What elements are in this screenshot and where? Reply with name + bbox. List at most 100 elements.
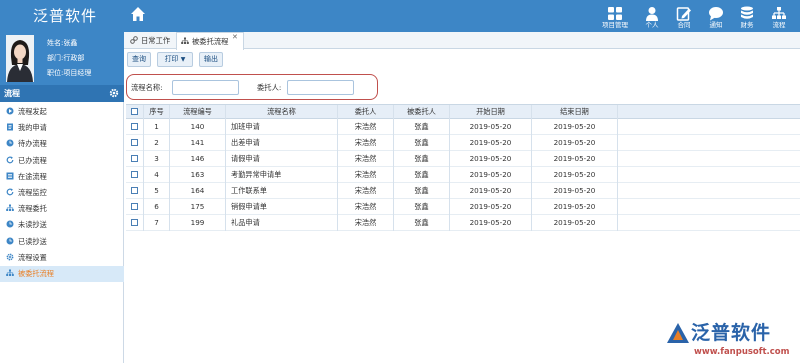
table-cell: 张鑫 <box>394 167 450 183</box>
sidebar-item-my-applications[interactable]: 我的申请 <box>0 120 124 136</box>
column-header[interactable]: 流程名称 <box>226 105 338 120</box>
table-row[interactable]: 3 146 请假申请 宋浩然 张鑫 2019-05-20 2019-05-20 <box>126 151 800 167</box>
profile-name: 姓名:张鑫 <box>47 39 78 47</box>
tab-daily-work[interactable]: 日常工作 <box>126 32 170 49</box>
column-header[interactable]: 被委托人 <box>394 105 450 120</box>
user-profile: 姓名:张鑫 部门:行政部 职位:项目经理 <box>0 32 124 85</box>
clock-icon <box>6 220 14 228</box>
table-row[interactable]: 1 140 加班申请 宋浩然 张鑫 2019-05-20 2019-05-20 <box>126 119 800 135</box>
person-icon <box>646 7 658 21</box>
row-checkbox[interactable] <box>126 183 144 199</box>
column-header[interactable]: 序号 <box>144 105 170 120</box>
brand-url: www.fanpusoft.com <box>694 347 790 357</box>
table-row[interactable]: 6 175 销假申请单 宋浩然 张鑫 2019-05-20 2019-05-20 <box>126 199 800 215</box>
brand-text: 泛普软件 <box>691 322 772 344</box>
table-cell: 张鑫 <box>394 135 450 151</box>
link-icon <box>130 36 138 44</box>
table-cell: 宋浩然 <box>338 151 394 167</box>
sidebar-item-pending[interactable]: 待办流程 <box>0 136 124 152</box>
row-checkbox[interactable] <box>126 151 144 167</box>
table-cell: 146 <box>170 151 226 167</box>
nav-personal[interactable]: 个人 <box>635 0 669 32</box>
nav-contract[interactable]: 合同 <box>667 0 701 32</box>
sidebar-item-label: 流程设置 <box>18 252 47 262</box>
app-title: 泛普软件 <box>33 7 98 25</box>
row-checkbox[interactable] <box>126 167 144 183</box>
column-header[interactable]: 结束日期 <box>532 105 618 120</box>
tab-label: 被委托流程 <box>192 37 229 46</box>
sidebar-item-delegated[interactable]: 被委托流程 <box>0 265 124 283</box>
nav-finance[interactable]: 财务 <box>730 0 764 32</box>
process-name-label: 流程名称: <box>131 83 163 92</box>
table-row[interactable]: 4 163 考勤异常申请单 宋浩然 张鑫 2019-05-20 2019-05-20 <box>126 167 800 183</box>
select-all-checkbox[interactable] <box>126 105 144 120</box>
nav-label: 合同 <box>677 21 691 29</box>
grid-icon <box>608 7 622 20</box>
database-icon <box>741 6 753 19</box>
sidebar-item-settings[interactable]: 流程设置 <box>0 250 124 266</box>
top-header: 泛普软件 项目管理 个人 合同 通知 财务 流程 <box>0 0 800 32</box>
sidebar-item-read-cc[interactable]: 已读抄送 <box>0 234 124 250</box>
row-checkbox[interactable] <box>126 135 144 151</box>
column-header[interactable]: 委托人 <box>338 105 394 120</box>
table-cell: 2019-05-20 <box>532 167 618 183</box>
sidebar-item-delegate[interactable]: 流程委托 <box>0 201 124 217</box>
table-cell: 140 <box>170 119 226 135</box>
nav-label: 个人 <box>645 21 659 29</box>
query-button[interactable]: 查询 <box>127 52 151 67</box>
table-cell: 2019-05-20 <box>450 135 532 151</box>
refresh-icon <box>6 156 14 163</box>
close-icon[interactable]: ✕ <box>232 33 238 41</box>
table-row[interactable]: 5 164 工作联系单 宋浩然 张鑫 2019-05-20 2019-05-20 <box>126 183 800 199</box>
table-cell: 加班申请 <box>226 119 338 135</box>
home-icon[interactable] <box>130 6 146 22</box>
print-button[interactable]: 打印 ▼ <box>157 52 193 67</box>
principal-input[interactable] <box>287 80 354 95</box>
nav-notice[interactable]: 通知 <box>699 0 733 32</box>
launch-icon <box>6 107 14 115</box>
table-cell: 2019-05-20 <box>450 199 532 215</box>
sidebar-item-done[interactable]: 已办流程 <box>0 153 124 169</box>
nav-project-management[interactable]: 项目管理 <box>598 0 632 32</box>
table-cell: 2019-05-20 <box>532 215 618 231</box>
sidebar-item-label: 流程委托 <box>18 204 47 214</box>
row-checkbox[interactable] <box>126 199 144 215</box>
table-cell: 1 <box>144 119 170 135</box>
process-name-input[interactable] <box>172 80 239 95</box>
table-cell: 199 <box>170 215 226 231</box>
nav-label: 通知 <box>709 21 723 29</box>
table-cell: 礼品申请 <box>226 215 338 231</box>
chat-icon <box>709 7 723 21</box>
table-cell: 宋浩然 <box>338 167 394 183</box>
refresh-icon <box>6 188 14 196</box>
sidebar-item-monitor[interactable]: 流程监控 <box>0 185 124 201</box>
column-header[interactable]: 流程编号 <box>170 105 226 120</box>
table-cell: 宋浩然 <box>338 215 394 231</box>
sidebar-item-in-transit[interactable]: 在途流程 <box>0 169 124 185</box>
gear-icon[interactable] <box>109 88 119 98</box>
table-cell: 2019-05-20 <box>450 119 532 135</box>
nav-label: 流程 <box>772 21 786 29</box>
nav-process[interactable]: 流程 <box>762 0 796 32</box>
sidebar-menu: 流程发起 我的申请 待办流程 已办流程 在途流程 流程监控 流程委托 未读抄送 … <box>0 104 124 283</box>
column-header[interactable]: 开始日期 <box>450 105 532 120</box>
table-cell: 工作联系单 <box>226 183 338 199</box>
table-cell: 2019-05-20 <box>450 215 532 231</box>
brand-watermark: 泛普软件 www.fanpusoft.com <box>664 318 799 363</box>
sidebar-item-process-launch[interactable]: 流程发起 <box>0 104 124 120</box>
sidebar-item-label: 已办流程 <box>18 155 47 165</box>
table-row[interactable]: 2 141 出差申请 宋浩然 张鑫 2019-05-20 2019-05-20 <box>126 135 800 151</box>
table-cell: 请假申请 <box>226 151 338 167</box>
sidebar: 姓名:张鑫 部门:行政部 职位:项目经理 流程 流程发起 我的申请 待办流程 已… <box>0 32 124 363</box>
table-cell: 4 <box>144 167 170 183</box>
table-cell: 张鑫 <box>394 119 450 135</box>
sidebar-item-label: 已读抄送 <box>18 236 47 246</box>
doc-icon <box>7 123 13 131</box>
row-checkbox[interactable] <box>126 215 144 231</box>
table-cell: 5 <box>144 183 170 199</box>
sidebar-item-unread-cc[interactable]: 未读抄送 <box>0 217 124 233</box>
export-button[interactable]: 输出 <box>199 52 223 67</box>
table-row[interactable]: 7 199 礼品申请 宋浩然 张鑫 2019-05-20 2019-05-20 <box>126 215 800 231</box>
row-checkbox[interactable] <box>126 119 144 135</box>
table-cell: 2019-05-20 <box>532 119 618 135</box>
